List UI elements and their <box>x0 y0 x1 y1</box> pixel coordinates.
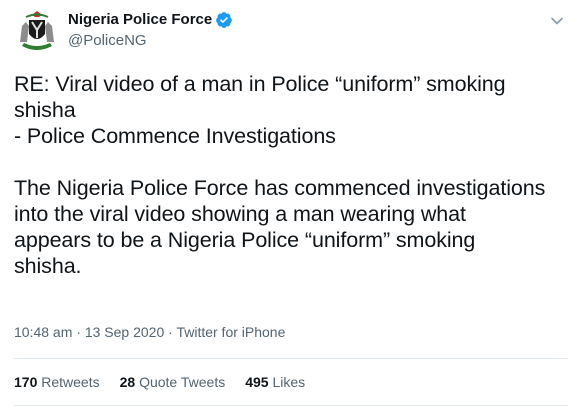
likes-label: Likes <box>272 374 306 390</box>
tweet-card: Nigeria Police Force @PoliceNG RE: Viral… <box>0 0 582 410</box>
quote-label: Quote Tweets <box>139 374 226 390</box>
tweet-header: Nigeria Police Force @PoliceNG <box>14 8 568 56</box>
meta-separator: · <box>72 324 85 340</box>
tweet-text: RE: Viral video of a man in Police “unif… <box>14 72 546 278</box>
verified-badge-icon <box>216 12 233 28</box>
retweets-label: Retweets <box>41 374 100 390</box>
quote-count: 28 <box>119 374 136 390</box>
retweets-stat[interactable]: 170 Retweets <box>14 372 100 392</box>
chevron-down-icon[interactable] <box>546 10 568 32</box>
divider <box>14 405 568 406</box>
tweet-date[interactable]: 13 Sep 2020 <box>85 324 164 340</box>
tweet-meta: 10:48 am · 13 Sep 2020 · Twitter for iPh… <box>14 322 285 342</box>
likes-count: 495 <box>245 374 269 390</box>
tweet-time[interactable]: 10:48 am <box>14 324 72 340</box>
retweets-count: 170 <box>14 374 38 390</box>
tweet-source[interactable]: Twitter for iPhone <box>176 324 285 340</box>
quote-tweets-stat[interactable]: 28 Quote Tweets <box>120 372 226 392</box>
author-handle[interactable]: @PoliceNG <box>68 31 233 51</box>
avatar[interactable] <box>14 8 60 54</box>
tweet-stats: 170 Retweets 28 Quote Tweets 495 Likes <box>14 372 325 392</box>
author-display-name[interactable]: Nigeria Police Force <box>68 10 212 30</box>
likes-stat[interactable]: 495 Likes <box>245 372 305 392</box>
name-row: Nigeria Police Force <box>68 10 233 30</box>
coat-of-arms-icon <box>20 11 54 50</box>
divider <box>14 358 568 359</box>
author-info: Nigeria Police Force @PoliceNG <box>68 10 233 51</box>
meta-separator: · <box>164 324 177 340</box>
